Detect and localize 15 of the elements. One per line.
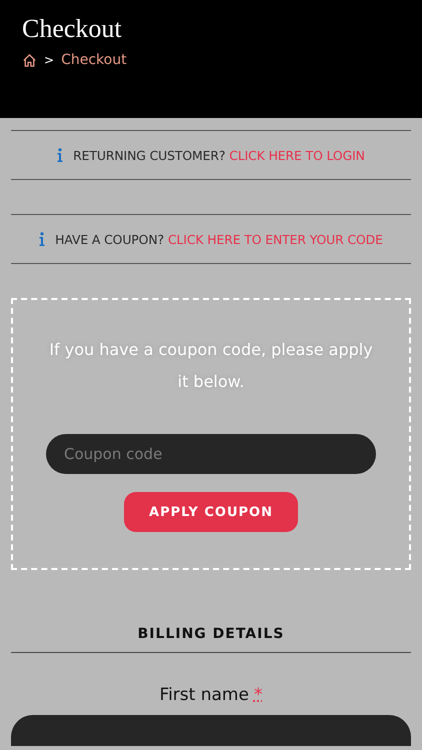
info-icon [57,148,64,162]
home-icon[interactable] [22,52,37,68]
breadcrumb-link[interactable]: Checkout [61,52,127,68]
coupon-code-field[interactable]: Coupon code [46,434,376,474]
info-icon [39,232,46,246]
notice-text: RETURNING CUSTOMER? [73,148,226,162]
notice-text: HAVE A COUPON? [55,232,164,246]
page-title: Checkout [22,14,122,44]
breadcrumb-separator: > [44,53,54,67]
first-name-field[interactable] [11,715,411,746]
billing-heading: BILLING DETAILS [11,626,411,653]
apply-coupon-button[interactable]: APPLY COUPON [124,492,298,532]
coupon-message: If you have a coupon code, please apply it below. [48,339,374,393]
required-mark: * [254,685,262,705]
field-label: First name [160,685,249,705]
